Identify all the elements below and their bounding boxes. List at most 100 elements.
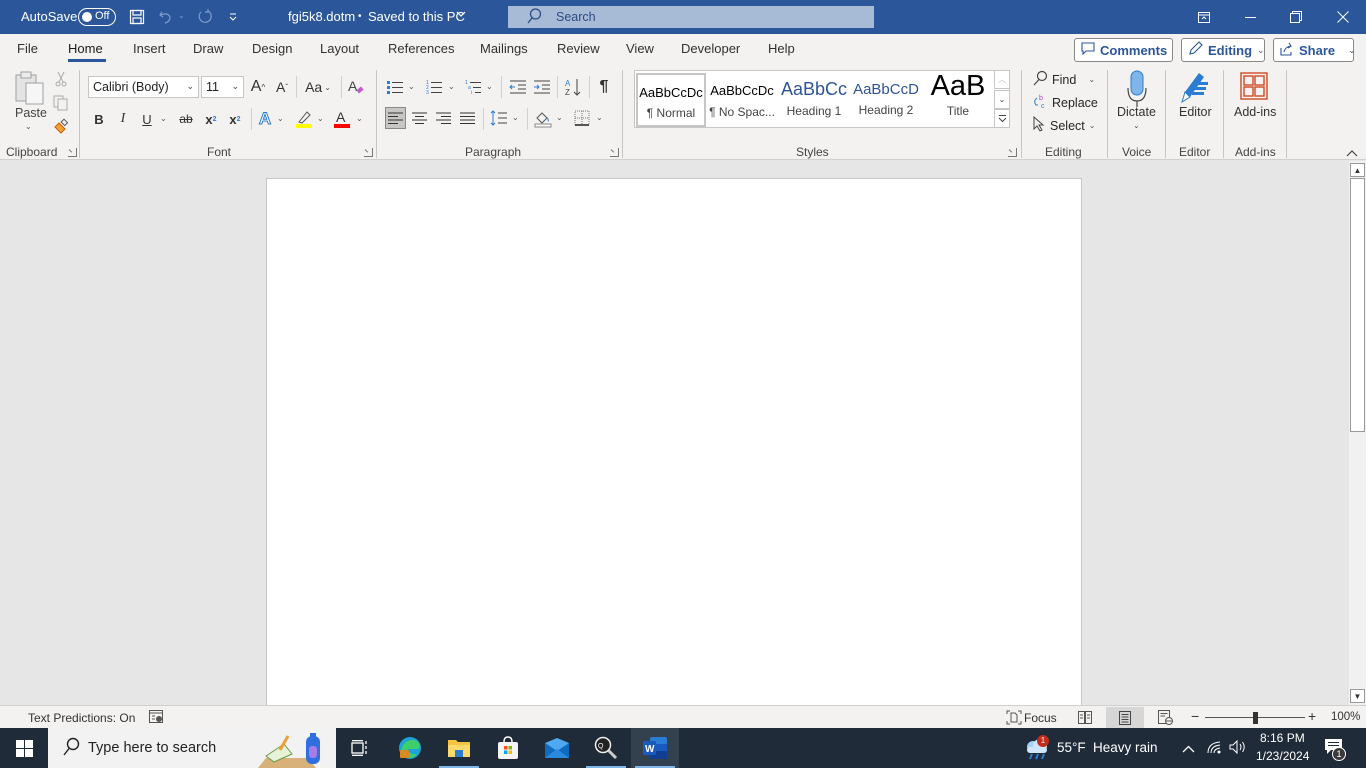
select-button[interactable]: Select ⌄	[1032, 116, 1095, 135]
font-name-combo[interactable]: Calibri (Body) ⌄	[88, 76, 199, 98]
microsoft-store-icon[interactable]	[484, 728, 532, 768]
focus-icon[interactable]	[1006, 710, 1022, 728]
collapse-ribbon-icon[interactable]	[1346, 146, 1358, 160]
decrease-indent-icon[interactable]	[508, 77, 528, 97]
multilevel-dropdown-icon[interactable]: ⌄	[486, 82, 493, 91]
borders-dropdown-icon[interactable]: ⌄	[596, 113, 603, 122]
clear-formatting-icon[interactable]: A	[346, 76, 366, 98]
save-icon[interactable]	[126, 6, 148, 28]
borders-icon[interactable]	[572, 107, 592, 129]
line-spacing-icon[interactable]	[489, 107, 509, 129]
grow-font-icon[interactable]: A^	[248, 77, 268, 97]
style-title[interactable]: AaB Title	[923, 73, 993, 127]
file-explorer-icon[interactable]	[435, 728, 483, 768]
tab-home[interactable]: Home	[68, 41, 103, 56]
taskbar-search-box[interactable]: Type here to search	[48, 728, 336, 768]
start-button[interactable]	[0, 728, 48, 768]
tab-layout[interactable]: Layout	[320, 41, 359, 56]
subscript-button[interactable]: x2	[202, 109, 220, 129]
edge-app-icon[interactable]	[386, 728, 434, 768]
line-spacing-dropdown-icon[interactable]: ⌄	[512, 113, 519, 122]
paste-icon[interactable]	[12, 70, 46, 106]
scroll-up-icon[interactable]: ▲	[1350, 163, 1365, 177]
save-status-chevron-icon[interactable]	[455, 8, 467, 23]
underline-dropdown-icon[interactable]: ⌄	[160, 114, 167, 123]
styles-more-icon[interactable]	[994, 109, 1010, 128]
highlight-dropdown-icon[interactable]: ⌄	[317, 114, 324, 123]
minimize-icon[interactable]	[1227, 0, 1273, 34]
comments-button[interactable]: Comments	[1074, 38, 1173, 62]
styles-scroll-up-icon[interactable]: ︿	[994, 70, 1010, 89]
tab-view[interactable]: View	[626, 41, 654, 56]
share-dropdown-icon[interactable]: ⌄	[1348, 45, 1356, 56]
addins-label[interactable]: Add-ins	[1234, 105, 1276, 119]
editor-label[interactable]: Editor	[1179, 105, 1212, 119]
autosave-toggle[interactable]: Off	[78, 8, 116, 26]
change-case-button[interactable]: Aa⌄	[303, 77, 333, 97]
vertical-scrollbar[interactable]: ▲ ▼	[1349, 161, 1366, 705]
web-layout-icon[interactable]	[1146, 707, 1184, 728]
tab-mailings[interactable]: Mailings	[480, 41, 528, 56]
dictate-dropdown-icon[interactable]: ⌄	[1133, 121, 1140, 130]
restore-icon[interactable]	[1273, 0, 1319, 34]
text-effects-dropdown-icon[interactable]: ⌄	[277, 114, 284, 123]
zoom-in-icon[interactable]: +	[1308, 708, 1316, 724]
paragraph-launcher-icon[interactable]	[610, 148, 619, 157]
tab-developer[interactable]: Developer	[681, 41, 740, 56]
tab-insert[interactable]: Insert	[133, 41, 166, 56]
align-center-button[interactable]	[409, 107, 430, 129]
justify-button[interactable]	[457, 107, 478, 129]
strikethrough-button[interactable]: ab	[176, 109, 196, 129]
dictate-label[interactable]: Dictate	[1117, 105, 1156, 119]
increase-indent-icon[interactable]	[532, 77, 552, 97]
save-status[interactable]: Saved to this PC	[368, 9, 465, 24]
style-heading-2[interactable]: AaBbCcD Heading 2	[851, 73, 921, 127]
zoom-level[interactable]: 100%	[1331, 711, 1360, 723]
scroll-down-icon[interactable]: ▼	[1350, 689, 1365, 703]
shading-icon[interactable]	[533, 107, 553, 129]
sort-icon[interactable]: AZ	[563, 76, 583, 98]
undo-dropdown-icon[interactable]: ⌄	[178, 11, 185, 20]
read-mode-icon[interactable]	[1066, 707, 1104, 728]
font-launcher-icon[interactable]	[364, 148, 373, 157]
undo-icon[interactable]	[155, 6, 177, 28]
format-painter-icon[interactable]	[52, 117, 70, 135]
bullets-dropdown-icon[interactable]: ⌄	[408, 82, 415, 91]
tab-review[interactable]: Review	[557, 41, 600, 56]
magnifier-app-icon[interactable]: Q	[582, 728, 630, 768]
align-right-button[interactable]	[433, 107, 454, 129]
editor-pen-icon[interactable]	[1178, 69, 1212, 105]
word-app-icon[interactable]: W	[631, 728, 679, 768]
network-icon[interactable]	[1206, 740, 1222, 757]
print-layout-icon[interactable]	[1106, 707, 1144, 728]
find-button[interactable]: Find ⌄	[1032, 70, 1095, 89]
ribbon-display-icon[interactable]	[1181, 0, 1227, 34]
shading-dropdown-icon[interactable]: ⌄	[556, 113, 563, 122]
paste-dropdown-icon[interactable]: ⌄	[25, 122, 32, 131]
highlight-color-icon[interactable]	[294, 108, 314, 130]
align-left-button[interactable]	[385, 107, 406, 129]
customize-qat-icon[interactable]	[222, 6, 244, 28]
numbering-dropdown-icon[interactable]: ⌄	[448, 82, 455, 91]
numbering-icon[interactable]: 123	[424, 77, 444, 97]
style-heading-1[interactable]: AaBbCc Heading 1	[779, 73, 849, 127]
task-view-icon[interactable]	[336, 728, 384, 768]
focus-label[interactable]: Focus	[1024, 711, 1057, 725]
replace-button[interactable]: bc Replace	[1032, 93, 1098, 112]
superscript-button[interactable]: x2	[226, 109, 244, 129]
shrink-font-icon[interactable]: Aˇ	[273, 77, 291, 97]
copy-icon[interactable]	[52, 94, 70, 112]
addins-grid-icon[interactable]	[1238, 70, 1270, 102]
paste-label[interactable]: Paste	[15, 106, 47, 120]
clipboard-launcher-icon[interactable]	[68, 148, 77, 157]
underline-button[interactable]: U	[138, 109, 156, 129]
bullets-icon[interactable]	[385, 77, 405, 97]
close-icon[interactable]	[1320, 0, 1366, 34]
tab-help[interactable]: Help	[768, 41, 795, 56]
font-color-icon[interactable]: A	[333, 108, 351, 130]
font-color-dropdown-icon[interactable]: ⌄	[356, 114, 363, 123]
styles-scroll-down-icon[interactable]: ⌄	[994, 90, 1010, 109]
clock-date[interactable]: 1/23/2024	[1256, 749, 1309, 763]
bold-button[interactable]: B	[90, 109, 108, 129]
italic-button[interactable]: I	[114, 109, 132, 129]
